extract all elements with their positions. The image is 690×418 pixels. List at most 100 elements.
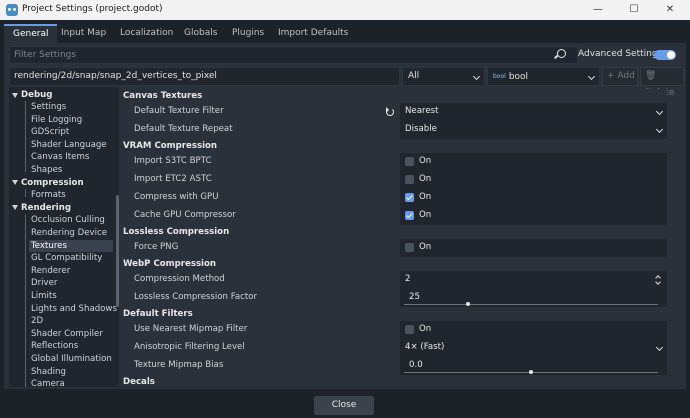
checkbox-checked-icon[interactable] xyxy=(405,211,414,220)
minimize-icon[interactable]: — xyxy=(584,2,612,18)
tree-item-camera[interactable]: Camera xyxy=(31,378,65,387)
force-png-checkbox[interactable]: On xyxy=(400,239,667,257)
nearest-mipmap-checkbox[interactable]: On xyxy=(400,321,667,339)
advanced-settings-toggle[interactable] xyxy=(654,50,676,60)
tree-category-rendering[interactable]: Rendering xyxy=(21,202,71,214)
tree-item-textures[interactable]: Textures xyxy=(29,239,113,252)
prop-force-png: Force PNG On xyxy=(122,239,667,257)
expand-caret-icon[interactable] xyxy=(12,180,18,185)
slider-knob[interactable] xyxy=(465,302,470,306)
compression-factor-slider[interactable]: 25 xyxy=(400,289,667,307)
checkbox-icon[interactable] xyxy=(405,325,414,334)
mipmap-bias-slider[interactable]: 0.0 xyxy=(400,357,667,375)
section-default-filters[interactable]: Default Filters xyxy=(122,307,667,321)
tree-item-shading[interactable]: Shading xyxy=(31,366,66,378)
prop-lossless-compression-factor: Lossless Compression Factor 25 xyxy=(122,289,667,307)
etc2-checkbox[interactable]: On xyxy=(400,171,667,189)
chevron-down-icon xyxy=(472,72,481,81)
feature-select[interactable]: All xyxy=(402,67,485,86)
tree-item-rendering-device[interactable]: Rendering Device xyxy=(31,227,107,239)
checkbox-icon[interactable] xyxy=(405,175,414,184)
tab-general[interactable]: General xyxy=(4,24,58,43)
checkbox-label: On xyxy=(419,156,432,166)
advanced-settings-label: Advanced Settings xyxy=(578,49,663,59)
tree-item-lights-and-shadows[interactable]: Lights and Shadows xyxy=(31,303,117,315)
compress-gpu-checkbox[interactable]: On xyxy=(400,189,667,207)
prop-label: Lossless Compression Factor xyxy=(134,292,258,302)
section-webp-compression[interactable]: WebP Compression xyxy=(122,257,667,271)
prop-default-texture-repeat: Default Texture Repeat Disable xyxy=(122,121,667,139)
slider-knob[interactable] xyxy=(529,370,533,374)
section-canvas-textures[interactable]: Canvas Textures xyxy=(122,89,667,103)
expand-caret-icon[interactable] xyxy=(12,205,18,210)
tab-localization[interactable]: Localization xyxy=(111,24,182,43)
section-vram-compression[interactable]: VRAM Compression xyxy=(122,139,667,153)
tree-item-global-illumination[interactable]: Global Illumination xyxy=(31,353,112,365)
tree-item-limits[interactable]: Limits xyxy=(31,290,57,302)
add-button[interactable]: + Add xyxy=(602,67,638,86)
tree-item-formats[interactable]: Formats xyxy=(31,189,66,201)
tree-item-settings[interactable]: Settings xyxy=(31,101,66,113)
tree-item-shader-compiler[interactable]: Shader Compiler xyxy=(31,328,103,340)
checkbox-icon[interactable] xyxy=(405,157,414,166)
tab-input-map[interactable]: Input Map xyxy=(52,24,115,43)
tree-scrollbar[interactable] xyxy=(116,195,119,307)
tab-globals[interactable]: Globals xyxy=(175,24,226,43)
feature-select-value: All xyxy=(408,71,420,81)
prop-value: 0.0 xyxy=(409,360,423,370)
prop-label: Default Texture Repeat xyxy=(134,124,233,134)
maximize-icon[interactable]: ☐ xyxy=(620,2,648,18)
prop-anisotropic-filtering-level: Anisotropic Filtering Level 4× (Fast) xyxy=(122,339,667,357)
chevron-down-icon xyxy=(587,72,596,81)
prop-label: Import ETC2 ASTC xyxy=(134,174,212,184)
tree-category-debug[interactable]: Debug xyxy=(21,89,52,101)
checkbox-label: On xyxy=(419,192,432,202)
revert-icon[interactable] xyxy=(386,107,394,116)
slider-track[interactable] xyxy=(404,304,658,305)
tree-item-occlusion-culling[interactable]: Occlusion Culling xyxy=(31,214,105,226)
texture-filter-select[interactable]: Nearest xyxy=(400,103,667,121)
tree-item-file-logging[interactable]: File Logging xyxy=(31,114,82,126)
tree-item-2d[interactable]: 2D xyxy=(31,315,43,327)
tree-item-reflections[interactable]: Reflections xyxy=(31,340,78,352)
tree-item-canvas-items[interactable]: Canvas Items xyxy=(31,151,89,163)
tree-category-compression[interactable]: Compression xyxy=(21,177,84,189)
tree-item-renderer[interactable]: Renderer xyxy=(31,265,70,277)
tree-item-gdscript[interactable]: GDScript xyxy=(31,126,69,138)
type-select[interactable]: bool bool xyxy=(487,67,600,86)
delete-button[interactable]: 🗑 Delete xyxy=(640,67,684,98)
section-lossless-compression[interactable]: Lossless Compression xyxy=(122,225,667,239)
filter-settings-input[interactable]: Filter Settings xyxy=(9,46,578,64)
settings-tree[interactable]: Debug Settings File Logging GDScript Sha… xyxy=(9,87,119,387)
section-decals[interactable]: Decals xyxy=(122,375,667,387)
tree-item-gl-compatibility[interactable]: GL Compatibility xyxy=(31,252,102,264)
tab-import-defaults[interactable]: Import Defaults xyxy=(269,24,357,43)
property-inspector: Canvas Textures Default Texture Filter N… xyxy=(122,87,684,387)
prop-label: Use Nearest Mipmap Filter xyxy=(134,324,248,334)
property-path-input[interactable]: rendering/2d/snap/snap_2d_vertices_to_pi… xyxy=(9,67,400,86)
compression-method-spinbox[interactable]: 2 xyxy=(400,271,667,289)
checkbox-checked-icon[interactable] xyxy=(405,193,414,202)
godot-app-icon xyxy=(6,4,18,16)
s3tc-checkbox[interactable]: On xyxy=(400,153,667,171)
prop-import-s3tc-bptc: Import S3TC BPTC On xyxy=(122,153,667,171)
tree-item-driver[interactable]: Driver xyxy=(31,277,57,289)
cache-gpu-checkbox[interactable]: On xyxy=(400,207,667,225)
anisotropic-select[interactable]: 4× (Fast) xyxy=(400,339,667,357)
close-button[interactable]: Close xyxy=(314,396,374,415)
texture-repeat-select[interactable]: Disable xyxy=(400,121,667,139)
checkbox-icon[interactable] xyxy=(405,243,414,252)
expand-caret-icon[interactable] xyxy=(12,93,18,98)
prop-label: Anisotropic Filtering Level xyxy=(134,342,245,352)
tree-item-shader-language[interactable]: Shader Language xyxy=(31,139,107,151)
tab-plugins[interactable]: Plugins xyxy=(223,24,273,43)
type-select-value: bool xyxy=(508,72,529,82)
tree-item-shapes[interactable]: Shapes xyxy=(31,164,62,176)
window-titlebar: Project Settings (project.godot) — ☐ ✕ xyxy=(0,0,690,20)
close-window-icon[interactable]: ✕ xyxy=(656,2,684,18)
updown-arrows-icon[interactable] xyxy=(655,274,661,286)
checkbox-label: On xyxy=(419,324,432,334)
prop-default-texture-filter: Default Texture Filter Nearest xyxy=(122,103,667,121)
prop-label: Compression Method xyxy=(134,274,225,284)
general-panel: Filter Settings Advanced Settings render… xyxy=(4,43,686,389)
